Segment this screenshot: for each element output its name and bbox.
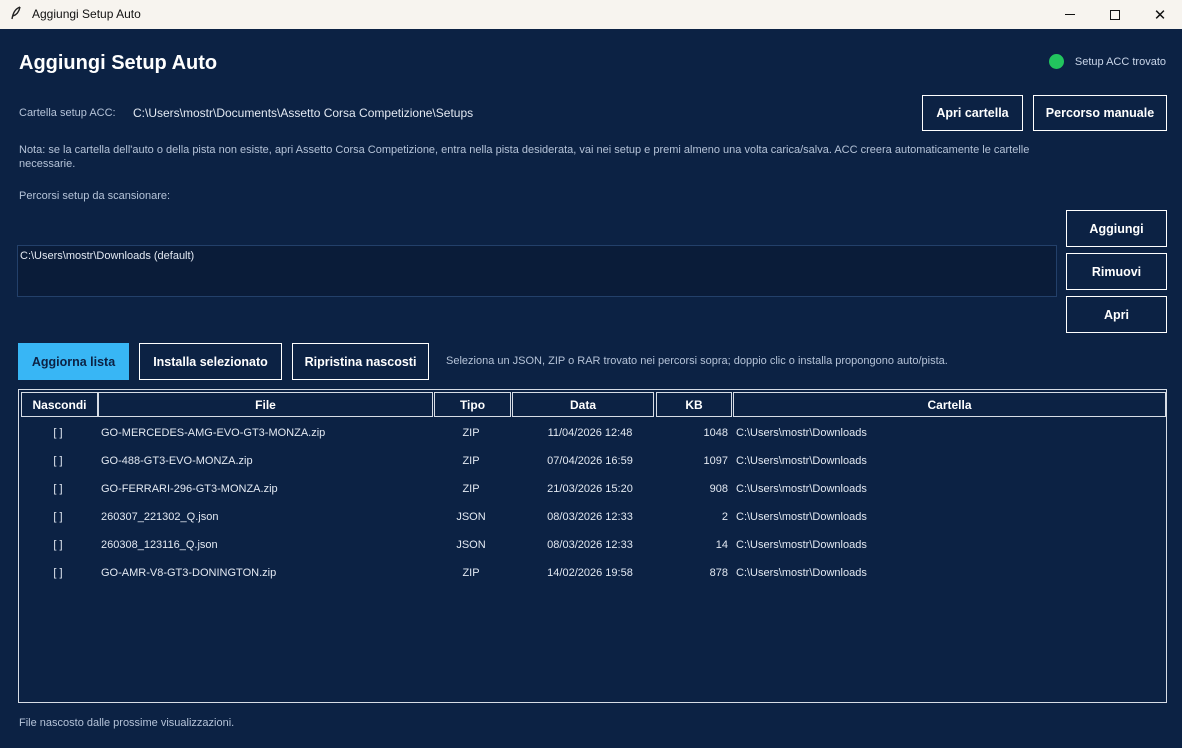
status-text: Setup ACC trovato bbox=[1074, 55, 1166, 68]
column-header-file[interactable]: File bbox=[98, 392, 433, 417]
column-header-type[interactable]: Tipo bbox=[434, 392, 511, 417]
setup-files-table[interactable]: Nascondi File Tipo Data KB Cartella [ ] … bbox=[18, 389, 1167, 703]
column-header-date[interactable]: Data bbox=[512, 392, 654, 417]
file-folder: C:\Users\mostr\Downloads bbox=[736, 455, 867, 467]
table-row[interactable]: [ ] GO-AMR-V8-GT3-DONINGTON.zip ZIP 14/0… bbox=[19, 559, 1166, 587]
maximize-icon bbox=[1110, 9, 1120, 20]
hide-toggle[interactable]: [ ] bbox=[19, 419, 97, 447]
close-icon: ✕ bbox=[1153, 6, 1167, 24]
file-size: 14 bbox=[715, 539, 728, 551]
hide-toggle[interactable]: [ ] bbox=[19, 559, 97, 587]
file-type: ZIP bbox=[462, 567, 480, 579]
refresh-list-button[interactable]: Aggiorna lista bbox=[18, 343, 129, 380]
feather-icon bbox=[10, 6, 22, 23]
manual-path-button[interactable]: Percorso manuale bbox=[1033, 95, 1167, 131]
table-header: Nascondi File Tipo Data KB Cartella bbox=[19, 390, 1166, 419]
scan-paths-label: Percorsi setup da scansionare: bbox=[19, 190, 171, 202]
page-title: Aggiungi Setup Auto bbox=[19, 52, 218, 74]
file-date: 21/03/2026 15:20 bbox=[547, 483, 633, 495]
status-indicator-icon bbox=[1048, 54, 1064, 69]
hide-toggle[interactable]: [ ] bbox=[19, 503, 97, 531]
column-header-kb[interactable]: KB bbox=[656, 392, 732, 417]
file-type: ZIP bbox=[462, 427, 480, 439]
close-button[interactable]: ✕ bbox=[1137, 0, 1182, 29]
file-name: GO-MERCEDES-AMG-EVO-GT3-MONZA.zip bbox=[101, 427, 326, 439]
maximize-button[interactable] bbox=[1092, 0, 1138, 29]
file-name: GO-FERRARI-296-GT3-MONZA.zip bbox=[101, 483, 278, 495]
file-date: 07/04/2026 16:59 bbox=[547, 455, 633, 467]
file-folder: C:\Users\mostr\Downloads bbox=[736, 539, 867, 551]
file-name: 260307_221302_Q.json bbox=[101, 511, 219, 523]
acc-status: Setup ACC trovato bbox=[1048, 54, 1166, 69]
hide-toggle[interactable]: [ ] bbox=[19, 531, 97, 559]
minimize-button[interactable] bbox=[1047, 0, 1093, 29]
column-header-folder[interactable]: Cartella bbox=[733, 392, 1166, 417]
acc-folder-label: Cartella setup ACC: bbox=[19, 107, 116, 119]
file-size: 1097 bbox=[703, 455, 728, 467]
file-type: ZIP bbox=[462, 455, 480, 467]
status-footer: File nascosto dalle prossime visualizzaz… bbox=[19, 717, 235, 729]
add-path-button[interactable]: Aggiungi bbox=[1066, 210, 1167, 247]
file-type: JSON bbox=[456, 511, 486, 523]
file-folder: C:\Users\mostr\Downloads bbox=[736, 567, 867, 579]
remove-path-button[interactable]: Rimuovi bbox=[1066, 253, 1167, 290]
hide-toggle[interactable]: [ ] bbox=[19, 475, 97, 503]
open-path-button[interactable]: Apri bbox=[1066, 296, 1167, 333]
file-name: GO-AMR-V8-GT3-DONINGTON.zip bbox=[101, 567, 277, 579]
file-type: ZIP bbox=[462, 483, 480, 495]
file-name: GO-488-GT3-EVO-MONZA.zip bbox=[101, 455, 253, 467]
minimize-icon bbox=[1065, 14, 1075, 15]
file-date: 14/02/2026 19:58 bbox=[547, 567, 633, 579]
table-row[interactable]: [ ] GO-MERCEDES-AMG-EVO-GT3-MONZA.zip ZI… bbox=[19, 419, 1166, 447]
scan-path-item[interactable]: C:\Users\mostr\Downloads (default) bbox=[20, 250, 1054, 262]
file-name: 260308_123116_Q.json bbox=[101, 539, 218, 551]
file-size: 1048 bbox=[703, 427, 728, 439]
table-row[interactable]: [ ] 260308_123116_Q.json JSON 08/03/2026… bbox=[19, 531, 1166, 559]
file-type: JSON bbox=[456, 539, 486, 551]
scan-paths-list[interactable]: C:\Users\mostr\Downloads (default) bbox=[17, 245, 1057, 297]
file-folder: C:\Users\mostr\Downloads bbox=[736, 511, 867, 523]
action-hint: Seleziona un JSON, ZIP o RAR trovato nei… bbox=[446, 355, 948, 367]
open-folder-button[interactable]: Apri cartella bbox=[922, 95, 1023, 131]
install-selected-button[interactable]: Installa selezionato bbox=[139, 343, 282, 380]
info-note: Nota: se la cartella dell'auto o della p… bbox=[19, 144, 1030, 170]
window-title: Aggiungi Setup Auto bbox=[32, 7, 141, 21]
acc-folder-path: C:\Users\mostr\Documents\Assetto Corsa C… bbox=[133, 106, 474, 120]
file-folder: C:\Users\mostr\Downloads bbox=[736, 483, 867, 495]
file-date: 11/04/2026 12:48 bbox=[547, 427, 633, 439]
table-row[interactable]: [ ] GO-488-GT3-EVO-MONZA.zip ZIP 07/04/2… bbox=[19, 447, 1166, 475]
file-size: 878 bbox=[709, 567, 728, 579]
file-size: 2 bbox=[721, 511, 728, 523]
file-folder: C:\Users\mostr\Downloads bbox=[736, 427, 867, 439]
table-row[interactable]: [ ] 260307_221302_Q.json JSON 08/03/2026… bbox=[19, 503, 1166, 531]
column-header-hide[interactable]: Nascondi bbox=[21, 392, 98, 417]
file-size: 908 bbox=[709, 483, 728, 495]
hide-toggle[interactable]: [ ] bbox=[19, 447, 97, 475]
file-date: 08/03/2026 12:33 bbox=[547, 539, 633, 551]
table-row[interactable]: [ ] GO-FERRARI-296-GT3-MONZA.zip ZIP 21/… bbox=[19, 475, 1166, 503]
window-titlebar: Aggiungi Setup Auto ✕ bbox=[0, 0, 1182, 29]
file-date: 08/03/2026 12:33 bbox=[547, 511, 633, 523]
restore-hidden-button[interactable]: Ripristina nascosti bbox=[292, 343, 429, 380]
